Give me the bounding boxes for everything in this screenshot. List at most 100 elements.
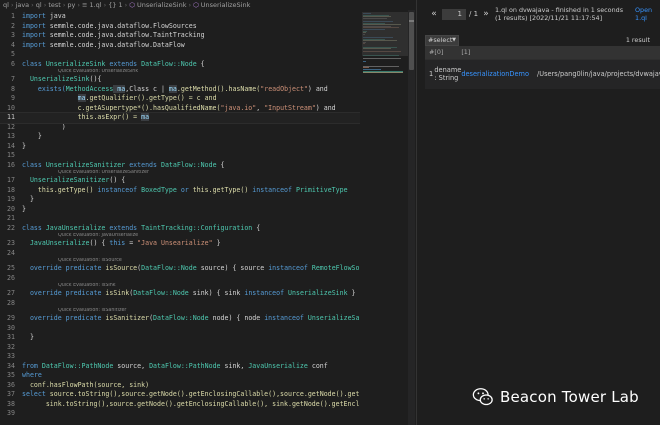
line-number: 27 [7, 289, 15, 297]
code-token: or [176, 185, 193, 194]
code-line[interactable]: 5 [0, 50, 360, 60]
code-area[interactable]: 1 import java 2 import semmle.code.java.da… [0, 12, 361, 419]
minimap[interactable] [360, 10, 408, 425]
code-line[interactable]: 35 where [0, 371, 360, 381]
breadcrumb-item[interactable]: ql [36, 1, 42, 9]
code-line[interactable]: 32 [0, 343, 360, 353]
code-line[interactable]: 17 UnserializeSanitizer() { [0, 176, 360, 186]
code-line[interactable]: 37 select source.toString(),source.getNod… [0, 390, 360, 400]
open-query-link[interactable]: Open 1.ql [635, 6, 657, 23]
code-line[interactable]: 3 import semmle.code.java.dataflow.TaintT… [0, 31, 360, 41]
code-token: .getQualifier().getType() = c and [85, 94, 217, 102]
results-table: # [0] [1] 1 dename : String deserializat… [425, 46, 660, 89]
code-line[interactable]: 12 ) [0, 123, 360, 133]
code-token: UnserializeSanitizer [45, 160, 126, 169]
previous-page-icon[interactable]: « [429, 9, 439, 19]
code-line[interactable]: 28 [0, 299, 360, 309]
code-token: { [252, 223, 261, 232]
code-line[interactable]: 30 [0, 324, 360, 334]
code-token: sink, [220, 361, 249, 370]
code-line[interactable]: 16 class UnserializeSanitizer extends Dat… [0, 161, 360, 171]
breadcrumb-item[interactable]: test [48, 1, 60, 9]
code-line[interactable]: 38 sink.toString(),source.getNode().getE… [0, 400, 360, 410]
chevron-right-icon: › [43, 1, 47, 9]
line-number: 39 [7, 409, 15, 417]
code-token: override predicate [29, 289, 106, 297]
code-line[interactable]: 36 conf.hasFlowPath(source, sink) [0, 381, 360, 391]
code-line[interactable]: 31 } [0, 333, 360, 343]
code-token: } [22, 141, 26, 150]
line-number: 23 [7, 239, 15, 247]
breadcrumb-item[interactable]: java [16, 1, 30, 9]
code-line[interactable]: 1 import java [0, 12, 360, 22]
code-line[interactable]: 34 from DataFlow::PathNode source, DataFl… [0, 362, 360, 372]
code-line[interactable]: 6 class UnserializeSink extends DataFlow:… [0, 60, 360, 70]
code-line[interactable]: 29 override predicate isSanitizer(DataFl… [0, 314, 360, 324]
code-token: node) { node [208, 314, 265, 322]
code-line[interactable]: 2 import semmle.code.java.dataflow.FlowSo… [0, 22, 360, 32]
table-row[interactable]: 1 dename : String deserializationDemo/Us… [425, 58, 660, 89]
line-number: 4 [11, 40, 15, 49]
code-line[interactable]: 26 [0, 274, 360, 284]
watermark-text: Beacon Tower Lab [500, 388, 639, 406]
code-token: BoxedType [141, 185, 177, 194]
line-number: 3 [11, 31, 15, 39]
code-line[interactable]: 24 [0, 249, 360, 259]
breadcrumb-item[interactable]: 1.ql [89, 1, 101, 9]
code-token: { [216, 160, 225, 169]
column-header[interactable]: # [425, 46, 435, 59]
column-header[interactable]: [0] [434, 46, 462, 59]
editor-scrollbar[interactable] [408, 10, 415, 425]
code-line[interactable]: 9 ma.getQualifier().getType() = c and [0, 94, 360, 104]
line-number: 22 [7, 223, 15, 232]
code-token: where [22, 371, 42, 379]
code-line[interactable]: 14} [0, 142, 360, 152]
code-line[interactable]: 39 [0, 409, 360, 419]
code-line[interactable]: 13 } [0, 132, 360, 142]
code-line[interactable]: 33 [0, 352, 360, 362]
breadcrumb-item[interactable]: py [67, 1, 75, 9]
minimap-viewport[interactable] [362, 12, 408, 56]
breadcrumb-item[interactable]: 1 [119, 1, 123, 9]
code-token: sink.toString(),source.getNode().getEncl… [45, 399, 360, 408]
watermark: Beacon Tower Lab [472, 386, 639, 408]
code-token: instanceof [268, 264, 312, 272]
code-token: = [125, 239, 138, 247]
code-line[interactable]: 18 this.getType() instanceof BoxedType o… [0, 186, 360, 196]
code-line[interactable]: 8 exists(MethodAccess ma,Class c | ma.ge… [0, 84, 360, 95]
code-token: DataFlow::Node [133, 289, 189, 297]
code-line[interactable]: 22 class JavaUnserialize extends TaintTra… [0, 224, 360, 234]
code-token: import [22, 21, 50, 30]
page-number-input[interactable] [442, 8, 466, 20]
result-set-select[interactable]: #select ▼ [425, 35, 459, 46]
code-token: instanceof [264, 314, 308, 322]
code-line[interactable]: 25 override predicate isSource(DataFlow:… [0, 264, 360, 274]
code-token: this.asExpr() = [77, 113, 142, 121]
code-line[interactable]: 20} [0, 205, 360, 215]
code-token: ma [141, 113, 150, 121]
code-token: source.toString(),source.getNode().getEn… [49, 390, 360, 398]
code-line[interactable]: 21 [0, 214, 360, 224]
code-line[interactable]: 4 import semmle.code.java.dataflow.DataFl… [0, 41, 360, 51]
code-line[interactable]: 10 c.getASupertype*().hasQualifiedName("… [0, 104, 360, 114]
code-token: ,Class c | [125, 84, 169, 93]
code-line[interactable]: 19 } [0, 195, 360, 205]
code-editor[interactable]: ql › java › ql › test › py › ≡ 1.ql ›{} 1 › ⬡ Unserializ… [0, 0, 416, 425]
code-line[interactable]: 15 [0, 151, 360, 161]
code-line[interactable]: 23 JavaUnserialize() { this = "Java Unse… [0, 239, 360, 249]
breadcrumb-item[interactable]: UnserializeSink [201, 1, 251, 9]
code-token: UnserializeSink [45, 59, 106, 68]
next-page-icon[interactable]: » [481, 9, 491, 19]
line-number: 34 [7, 361, 15, 370]
code-token: "Java Unsearialize" [137, 239, 213, 247]
code-line[interactable]: 7 UnserializeSink(){ [0, 75, 360, 85]
result-location-link[interactable]: deserializationDemo [461, 70, 529, 78]
code-token: } [347, 289, 356, 297]
code-line-current[interactable]: 11 this.asExpr() = ma [0, 112, 361, 124]
breadcrumb-item[interactable]: UnserializeSink [137, 1, 187, 9]
code-line[interactable]: 27 override predicate isSink(DataFlow::N… [0, 289, 360, 299]
breadcrumb-item[interactable]: ql [3, 1, 9, 9]
result-path: /Users/pang0lin/java/projects/dvwajava/s [537, 70, 660, 79]
column-header[interactable]: [1] [461, 46, 660, 59]
line-number: 8 [11, 84, 15, 93]
